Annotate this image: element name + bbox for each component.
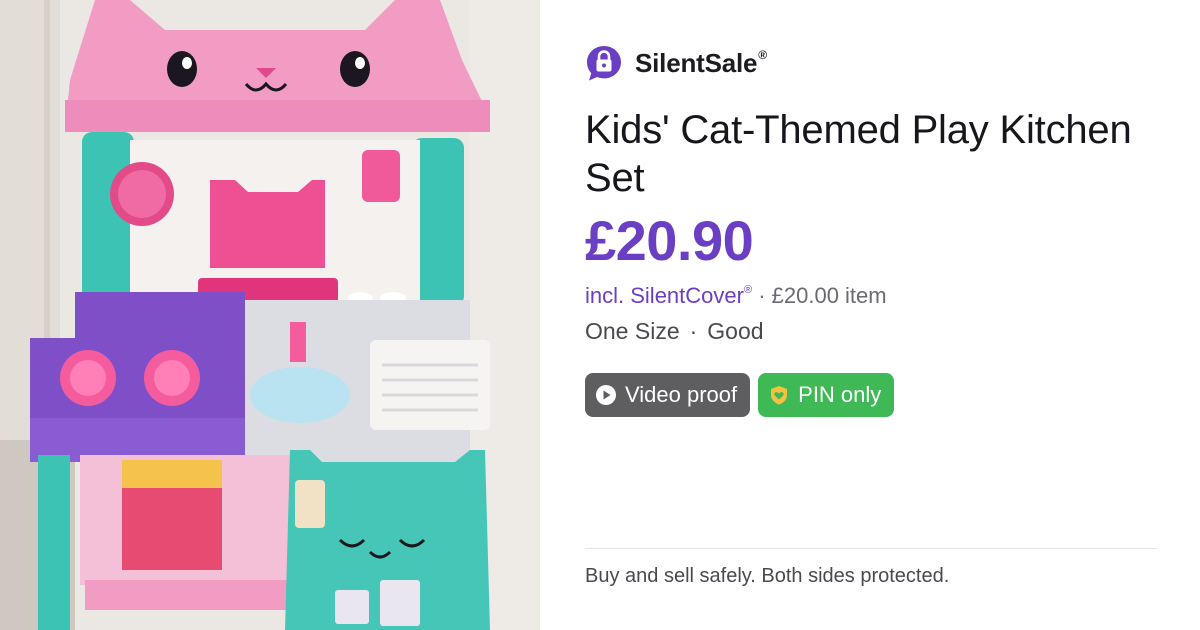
cover-link[interactable]: incl. SilentCover® [585,283,752,308]
cover-registered-mark: ® [743,283,753,296]
listing-price: £20.90 [585,209,754,272]
play-circle-icon [596,385,616,405]
padlock-speech-bubble-icon [587,46,621,81]
attribute-separator: · [689,318,698,344]
condition-value: Good [707,318,764,344]
item-price: · £20.00 item [758,283,887,308]
item-attributes: One Size · Good [585,318,764,345]
product-photo [0,0,540,630]
pin-only-label: PIN only [798,382,882,407]
footer-divider [585,548,1157,549]
listing-title[interactable]: Kids' Cat-Themed Play Kitchen Set [585,106,1145,202]
video-proof-badge[interactable]: Video proof [585,373,751,417]
size-value: One Size [585,318,680,344]
brand-registered-mark: ® [758,48,768,62]
cover-name: SilentCover [630,283,744,308]
badge-row: Video proof PIN only [585,373,895,417]
listing-panel: SilentSale ® Kids' Cat-Themed Play Kitche… [585,0,1157,630]
brand-header[interactable]: SilentSale ® [585,44,767,82]
video-proof-label: Video proof [625,382,738,407]
price-breakdown: incl. SilentCover® · £20.00 item [585,283,887,309]
incl-prefix: incl. [585,283,625,308]
footer-tagline: Buy and sell safely. Both sides protecte… [585,565,950,587]
pin-only-badge[interactable]: PIN only [758,373,895,417]
heart-shield-icon [771,386,788,405]
brand-name: SilentSale [635,47,758,78]
